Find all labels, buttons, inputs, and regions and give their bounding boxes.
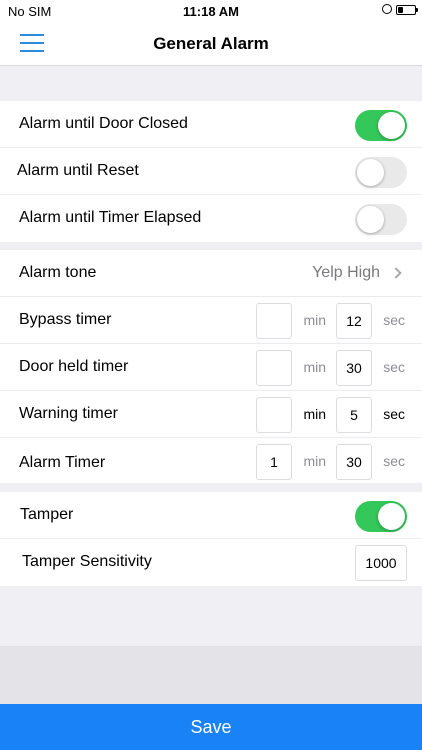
bypass-timer-sec-input[interactable]: 12 [336, 303, 372, 339]
row-label: Bypass timer [19, 311, 112, 328]
alarm-timer-sec-input[interactable]: 30 [336, 444, 372, 480]
row-label: Tamper Sensitivity [22, 553, 152, 570]
bypass-timer-min-input[interactable] [256, 303, 292, 339]
bottom-spacer [0, 646, 422, 704]
door-held-timer-row: Door held timer min 30 sec [0, 344, 422, 391]
clock: 11:18 AM [183, 4, 239, 19]
tamper-section: Tamper Tamper Sensitivity 1000 [0, 492, 422, 586]
alarm-until-reset-toggle[interactable] [355, 157, 407, 188]
door-held-timer-sec-input[interactable]: 30 [336, 350, 372, 386]
bypass-timer-row: Bypass timer min 12 sec [0, 297, 422, 344]
row-label: Alarm tone [19, 264, 97, 281]
sec-unit-label: sec [383, 312, 405, 328]
warning-timer-sec-input[interactable]: 5 [336, 397, 372, 433]
min-unit-label: min [303, 453, 326, 469]
alarm-tone-value: Yelp High [312, 264, 380, 281]
row-label: Alarm until Door Closed [19, 115, 188, 132]
row-label: Alarm Timer [19, 454, 106, 471]
sec-unit-label: sec [383, 406, 405, 422]
alarm-mode-section: Alarm until Door Closed Alarm until Rese… [0, 101, 422, 242]
tamper-sensitivity-input[interactable]: 1000 [355, 545, 407, 581]
tamper-sensitivity-row: Tamper Sensitivity 1000 [0, 539, 422, 586]
alarm-until-door-closed-toggle[interactable] [355, 110, 407, 141]
warning-timer-min-input[interactable] [256, 397, 292, 433]
alarm-until-door-closed-row: Alarm until Door Closed [0, 101, 422, 148]
door-held-timer-min-input[interactable] [256, 350, 292, 386]
battery-icon [396, 5, 418, 15]
tamper-row: Tamper [0, 492, 422, 539]
sec-unit-label: sec [383, 359, 405, 375]
alarm-until-timer-elapsed-toggle[interactable] [355, 204, 407, 235]
min-unit-label: min [303, 359, 326, 375]
page-title: General Alarm [153, 34, 269, 53]
row-label: Alarm until Timer Elapsed [19, 209, 202, 226]
min-unit-label: min [303, 312, 326, 328]
status-bar: No SIM 11:18 AM [0, 0, 422, 22]
alarm-until-timer-elapsed-row: Alarm until Timer Elapsed [0, 195, 422, 242]
tamper-toggle[interactable] [355, 501, 407, 532]
row-label: Tamper [20, 506, 74, 523]
save-button[interactable]: Save [0, 704, 422, 750]
alarm-until-reset-row: Alarm until Reset [0, 148, 422, 195]
alarm-timer-row: Alarm Timer 1 min 30 sec [0, 438, 422, 483]
row-label: Warning timer [19, 405, 118, 422]
alarm-timer-min-input[interactable]: 1 [256, 444, 292, 480]
warning-timer-row: Warning timer min 5 sec [0, 391, 422, 438]
row-label: Door held timer [19, 358, 129, 375]
row-label: Alarm until Reset [17, 162, 139, 179]
min-unit-label: min [303, 406, 326, 422]
timer-section: Alarm tone Yelp High Bypass timer min 12… [0, 250, 422, 483]
sec-unit-label: sec [383, 453, 405, 469]
alarm-tone-row[interactable]: Alarm tone Yelp High [0, 250, 422, 297]
chevron-right-icon [390, 267, 402, 279]
rotation-lock-icon [382, 4, 392, 14]
navigation-bar: General Alarm [0, 22, 422, 66]
